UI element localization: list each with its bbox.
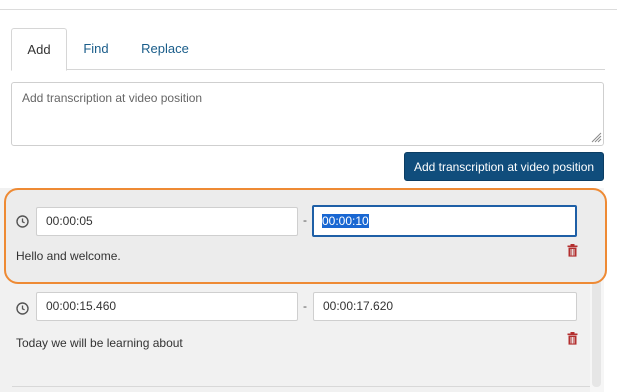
add-transcription-button[interactable]: Add transcription at video position [404, 152, 604, 181]
tab-find[interactable]: Find [75, 28, 117, 69]
new-transcription-input[interactable] [11, 82, 604, 146]
trash-icon[interactable] [567, 332, 578, 345]
transcription-text[interactable]: Hello and welcome. [16, 249, 121, 263]
tab-bar: Add Find Replace [11, 28, 605, 71]
end-time-input[interactable]: 00:00:10 [312, 205, 577, 237]
tab-replace[interactable]: Replace [135, 28, 195, 69]
time-separator: - [303, 213, 307, 227]
end-time-input[interactable]: 00:00:17.620 [313, 292, 577, 321]
trash-icon[interactable] [567, 244, 578, 257]
top-divider [0, 9, 617, 10]
transcription-text[interactable]: Today we will be learning about [16, 336, 183, 350]
start-time-input[interactable]: 00:00:05 [36, 207, 298, 236]
selected-text: 00:00:10 [322, 214, 369, 228]
start-time-input[interactable]: 00:00:15.460 [36, 292, 298, 321]
clock-icon [16, 302, 29, 315]
resize-grip-icon[interactable] [590, 131, 602, 143]
tab-add[interactable]: Add [11, 28, 67, 71]
list-divider [12, 386, 590, 387]
clock-icon [16, 215, 29, 228]
time-separator: - [303, 299, 307, 313]
